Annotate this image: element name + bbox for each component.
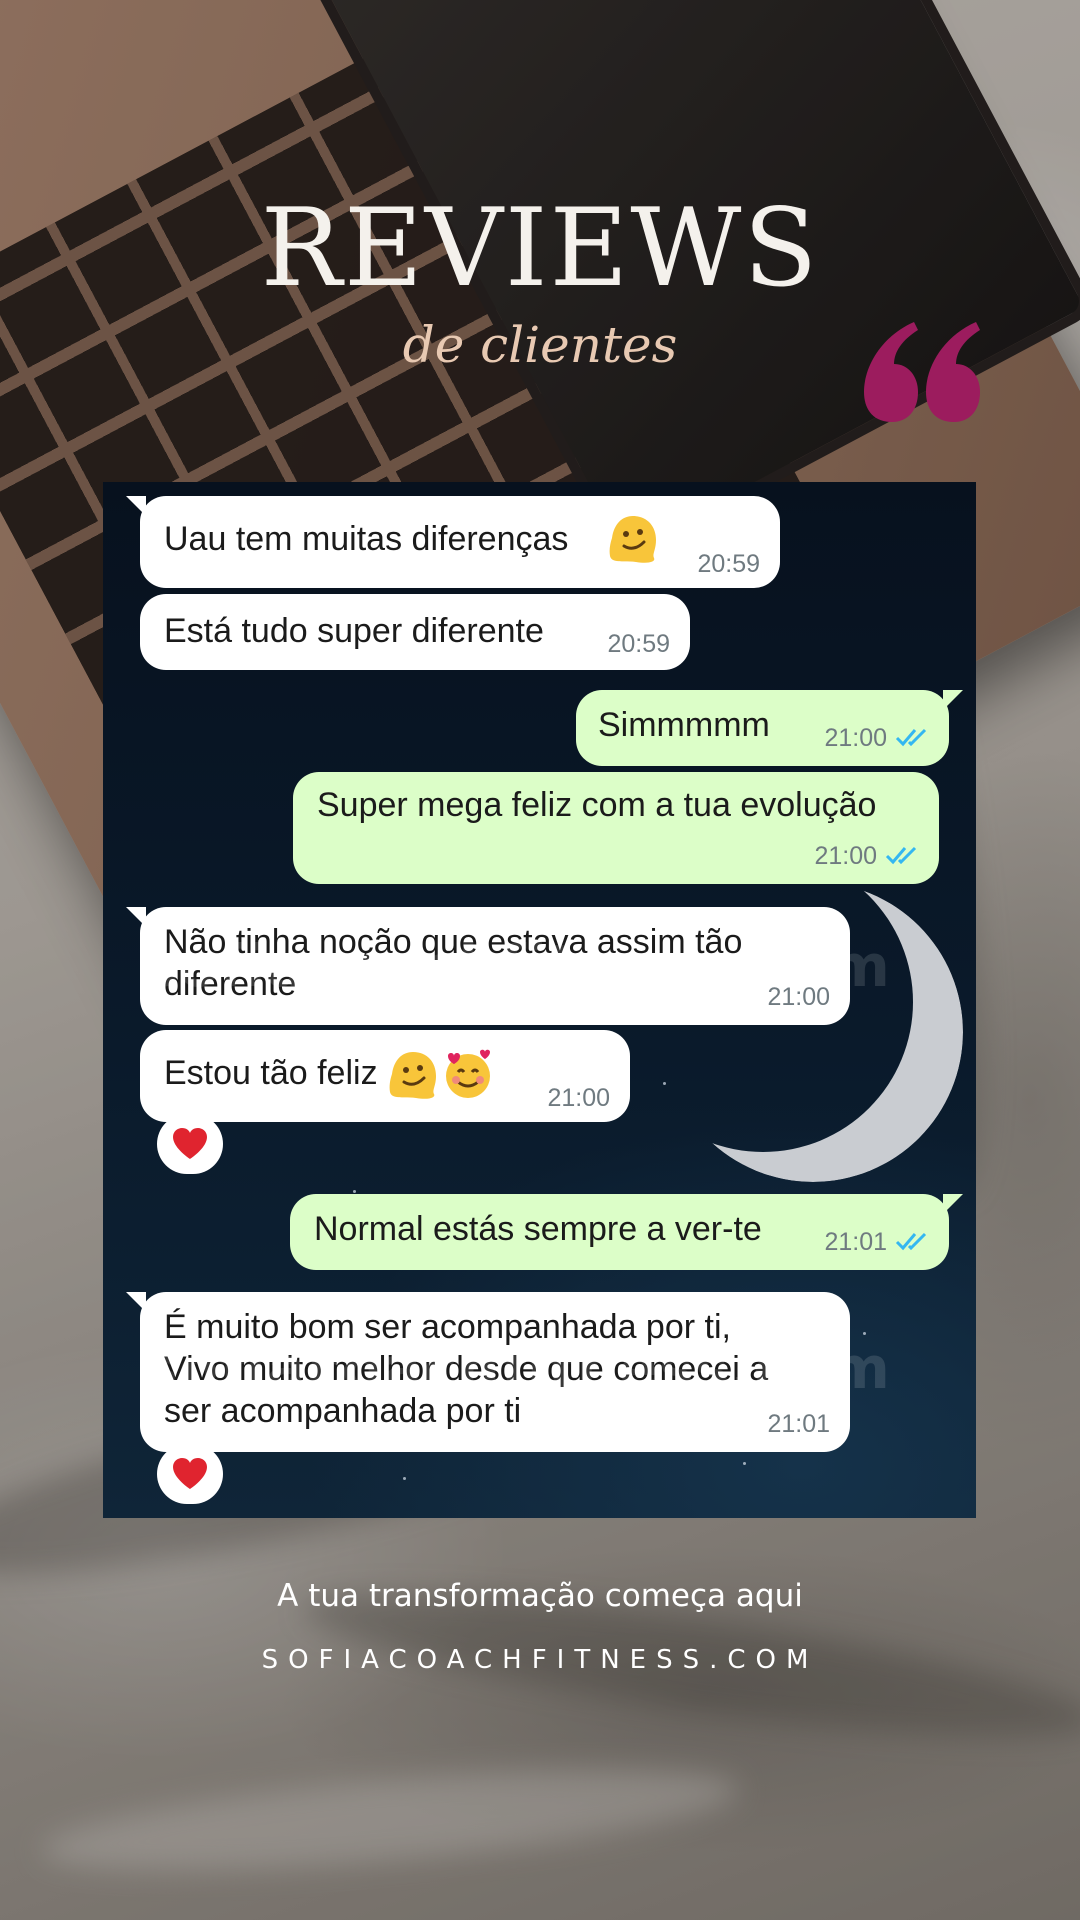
- message-text: Não tinha noção que estava assim tão: [164, 923, 743, 961]
- incoming-message[interactable]: É muito bom ser acompanhada por ti, Vivo…: [126, 1292, 850, 1452]
- message-text: É muito bom ser acompanhada por ti,: [164, 1308, 731, 1346]
- outgoing-message[interactable]: Simmmmm 21:00: [576, 690, 963, 766]
- melting-face-emoji-icon: [609, 516, 656, 563]
- message-text: ser acompanhada por ti: [164, 1392, 522, 1430]
- message-time: 21:00: [767, 983, 830, 1011]
- message-text: diferente: [164, 965, 297, 1003]
- smiling-face-with-hearts-emoji-icon: [446, 1049, 490, 1098]
- message-text: Está tudo super diferente: [164, 612, 544, 650]
- double-check-read-icon: [895, 728, 927, 747]
- message-time: 21:01: [824, 1228, 887, 1256]
- chat-screenshot: sofiacoachfitness.com sofiacoachfitness.…: [103, 482, 976, 1518]
- quotation-mark-icon: [864, 322, 980, 422]
- tagline: A tua transformação começa aqui: [277, 1578, 803, 1614]
- melting-face-emoji-icon: [389, 1052, 436, 1099]
- page-title: REVIEWS: [260, 186, 820, 311]
- message-time: 21:01: [767, 1410, 830, 1438]
- red-heart-icon: [173, 1128, 207, 1159]
- message-text: Super mega feliz com a tua evolução: [317, 786, 877, 824]
- incoming-message[interactable]: Estou tão feliz 21:00: [140, 1030, 630, 1122]
- message-time: 21:00: [547, 1084, 610, 1112]
- crescent-moon: [663, 882, 963, 1182]
- message-time: 21:00: [824, 724, 887, 752]
- outgoing-message[interactable]: Normal estás sempre a ver-te 21:01: [290, 1194, 963, 1270]
- message-text: Simmmmm: [598, 706, 770, 744]
- red-heart-icon: [173, 1458, 207, 1489]
- message-text: Estou tão feliz: [164, 1054, 378, 1092]
- heart-reaction[interactable]: [157, 1114, 223, 1174]
- incoming-message[interactable]: Não tinha noção que estava assim tão dif…: [126, 907, 850, 1025]
- double-check-read-icon: [895, 1232, 927, 1251]
- message-text: Vivo muito melhor desde que comecei a: [164, 1350, 769, 1388]
- double-check-read-icon: [885, 846, 917, 865]
- incoming-message[interactable]: Está tudo super diferente 20:59: [140, 594, 690, 670]
- website-link[interactable]: SOFIACOACHFITNESS.COM: [0, 1645, 1080, 1675]
- incoming-message[interactable]: Uau tem muitas diferenças 20:59: [126, 496, 780, 588]
- message-time: 20:59: [607, 630, 670, 658]
- message-text: Normal estás sempre a ver-te: [314, 1210, 762, 1248]
- message-time: 20:59: [697, 550, 760, 578]
- message-text: Uau tem muitas diferenças: [164, 520, 569, 558]
- heart-reaction[interactable]: [157, 1444, 223, 1504]
- outgoing-message[interactable]: Super mega feliz com a tua evolução 21:0…: [293, 772, 939, 884]
- message-time: 21:00: [814, 842, 877, 870]
